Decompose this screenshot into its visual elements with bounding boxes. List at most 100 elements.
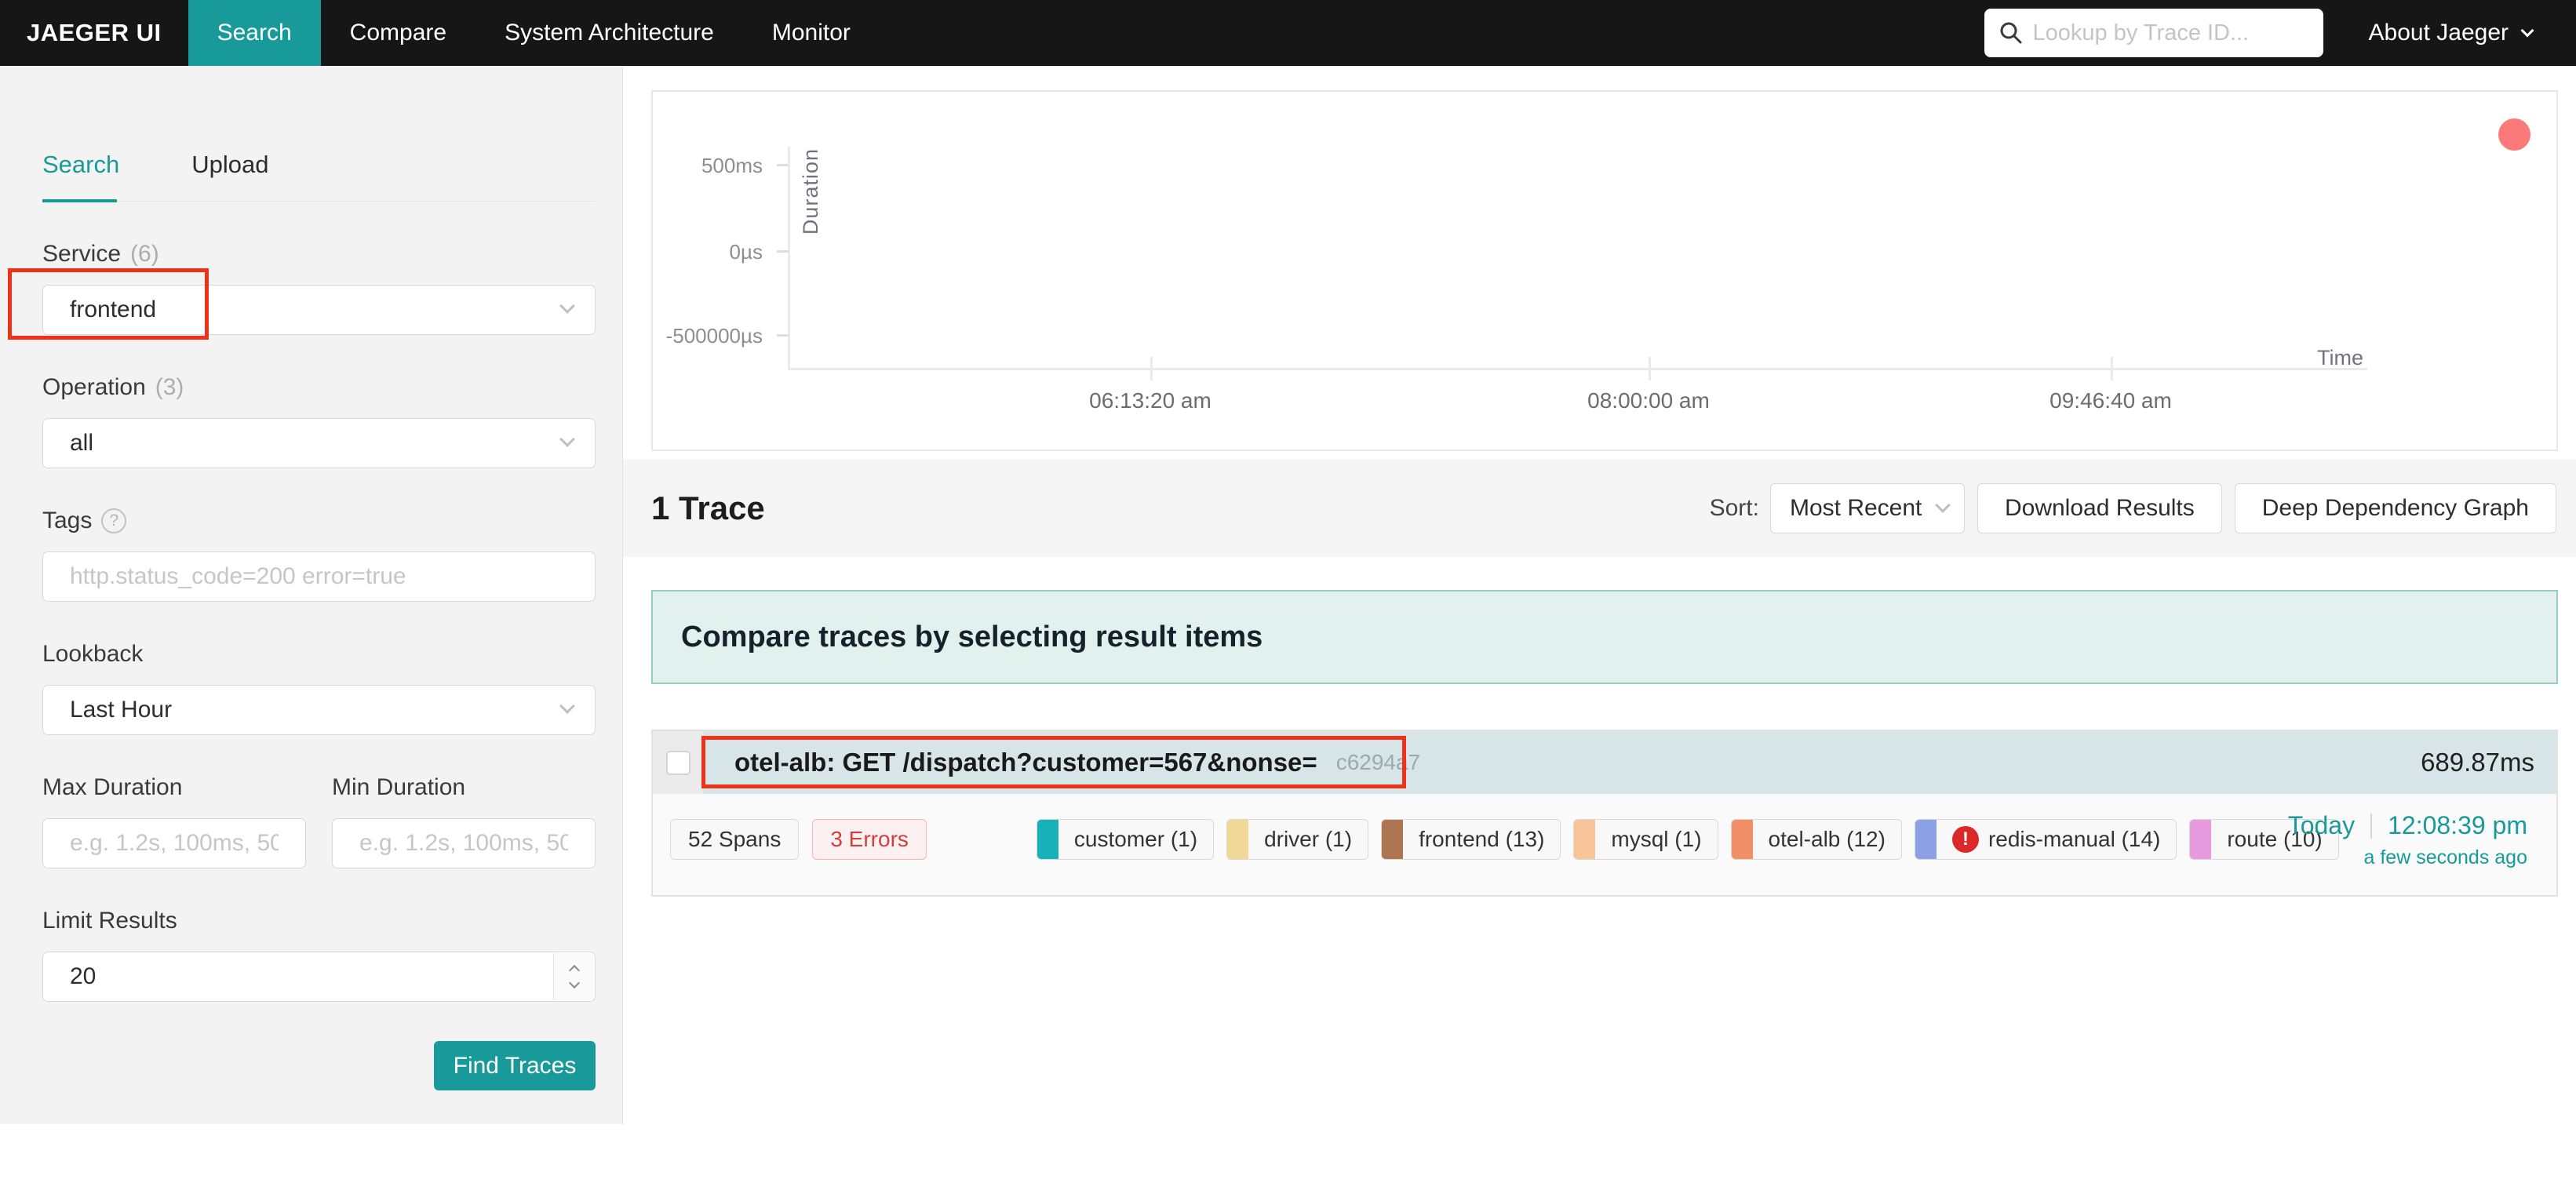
trace-result-header[interactable]: otel-alb: GET /dispatch?customer=567&non… (653, 731, 2556, 794)
top-navbar: JAEGER UI Search Compare System Architec… (0, 0, 2576, 66)
x-tick (1649, 357, 1651, 380)
min-duration-label: Min Duration (332, 774, 466, 800)
min-duration-field (332, 818, 596, 868)
tags-label: Tags ? (42, 508, 596, 534)
download-results-button[interactable]: Download Results (1977, 482, 2222, 533)
main-content: Duration 500ms 0µs -500000µs 06:13:20 am… (623, 66, 2576, 1183)
service-count: (6) (130, 241, 159, 267)
service-select-value: frontend (70, 297, 157, 322)
trace-checkbox-cell (653, 731, 703, 794)
y-tick (777, 250, 789, 253)
service-badge-frontend: frontend (13) (1381, 819, 1561, 860)
tab-upload[interactable]: Upload (191, 151, 268, 179)
trace-lookup-input[interactable] (2032, 20, 2309, 46)
service-badge-driver: driver (1) (1226, 819, 1369, 860)
trace-result-item[interactable]: otel-alb: GET /dispatch?customer=567&non… (651, 730, 2558, 897)
x-tick-label: 08:00:00 am (1587, 388, 1710, 413)
trace-title-link[interactable]: otel-alb: GET /dispatch?customer=567&non… (703, 731, 1420, 794)
y-tick-label: 500ms (701, 154, 763, 177)
trace-result-body: 52 Spans 3 Errors customer (1) driver (1… (653, 794, 2556, 894)
nav-tab-search[interactable]: Search (188, 0, 321, 66)
trace-time: 12:08:39 pm (2388, 811, 2527, 839)
service-badge-otel-alb: otel-alb (12) (1730, 819, 1902, 860)
trace-scatter-point[interactable] (2498, 118, 2530, 151)
about-jaeger-label: About Jaeger (2368, 20, 2509, 46)
stepper-down-icon[interactable] (568, 977, 580, 989)
deep-dependency-graph-button[interactable]: Deep Dependency Graph (2234, 482, 2556, 533)
sidebar-tabs: Search Upload (42, 151, 596, 202)
service-badge-label: mysql (1) (1611, 827, 1702, 851)
service-label: Service (6) (42, 241, 159, 267)
chevron-down-icon (1935, 497, 1951, 513)
trace-count: 1 Trace (651, 489, 765, 526)
x-tick-label: 06:13:20 am (1089, 388, 1211, 413)
compare-banner-text: Compare traces by selecting result items (681, 620, 1263, 653)
sort-select[interactable]: Most Recent (1769, 482, 1965, 533)
service-color-swatch (1227, 820, 1249, 859)
y-tick (777, 334, 789, 337)
chevron-down-icon (559, 298, 575, 314)
x-axis-title: Time (2317, 346, 2363, 369)
y-tick-label: -500000µs (665, 324, 763, 348)
lookback-label: Lookback (42, 641, 144, 667)
operation-select-value: all (70, 430, 94, 456)
trace-title: otel-alb: GET /dispatch?customer=567&non… (734, 748, 1317, 777)
trace-date: Today (2287, 811, 2356, 839)
operation-label: Operation (3) (42, 374, 184, 400)
service-badge-label: driver (1) (1264, 827, 1353, 851)
trace-lookup-box (1984, 9, 2323, 57)
trace-timestamps: Today 12:08:39 pm a few seconds ago (2288, 811, 2527, 869)
y-axis-title: Duration (799, 148, 822, 235)
service-color-swatch (1731, 820, 1753, 859)
error-count-badge: 3 Errors (812, 819, 927, 860)
service-color-swatch (1037, 820, 1058, 859)
lookback-select[interactable]: Last Hour (42, 685, 596, 735)
tab-search[interactable]: Search (42, 151, 119, 179)
service-badge-mysql: mysql (1) (1573, 819, 1718, 860)
chevron-down-icon (559, 698, 575, 714)
number-stepper[interactable] (553, 953, 594, 1000)
nav-tab-system-architecture[interactable]: System Architecture (475, 0, 743, 66)
sort-label: Sort: (1709, 494, 1759, 521)
service-color-swatch (1915, 820, 1937, 859)
limit-results-input[interactable] (70, 963, 568, 990)
search-icon (2000, 22, 2022, 44)
timestamp-divider (2370, 813, 2373, 839)
service-color-swatch (2190, 820, 2212, 859)
app-logo: JAEGER UI (27, 19, 162, 46)
x-tick-label: 09:46:40 am (2050, 388, 2172, 413)
x-tick (2111, 357, 2113, 380)
search-sidebar: Search Upload Service (6) frontend Opera… (0, 66, 623, 1124)
service-badge-label: customer (1) (1073, 827, 1198, 851)
service-badge-label: frontend (13) (1419, 827, 1545, 851)
tags-input[interactable] (70, 563, 568, 590)
service-select[interactable]: frontend (42, 285, 596, 335)
about-jaeger-menu[interactable]: About Jaeger (2368, 0, 2534, 66)
y-tick (777, 164, 789, 166)
chevron-down-icon (2520, 24, 2534, 38)
trace-tag-row: 52 Spans 3 Errors customer (1) driver (1… (670, 819, 2352, 860)
y-axis-line (788, 147, 790, 370)
min-duration-input[interactable] (359, 830, 568, 857)
sort-select-value: Most Recent (1789, 494, 1922, 521)
limit-results-label: Limit Results (42, 908, 177, 934)
y-tick-label: 0µs (729, 240, 763, 264)
stepper-up-icon[interactable] (568, 964, 580, 977)
tags-field (42, 551, 596, 602)
nav-tab-compare[interactable]: Compare (321, 0, 475, 66)
find-traces-button[interactable]: Find Traces (434, 1041, 596, 1090)
compare-banner: Compare traces by selecting result items (651, 590, 2558, 684)
operation-count: (3) (155, 374, 184, 400)
trace-duration: 689.87ms (2421, 748, 2534, 777)
trace-select-checkbox[interactable] (665, 750, 690, 775)
help-icon[interactable]: ? (101, 508, 127, 533)
trace-relative-time: a few seconds ago (2363, 846, 2527, 868)
active-tab-indicator (42, 199, 117, 202)
service-badge-label: ! redis-manual (14) (1937, 820, 2176, 859)
max-duration-input[interactable] (70, 830, 279, 857)
service-badge-label: otel-alb (12) (1768, 827, 1886, 851)
service-color-swatch (1382, 820, 1404, 859)
results-header: 1 Trace Sort: Most Recent Download Resul… (623, 459, 2576, 557)
nav-tab-monitor[interactable]: Monitor (743, 0, 880, 66)
operation-select[interactable]: all (42, 418, 596, 468)
